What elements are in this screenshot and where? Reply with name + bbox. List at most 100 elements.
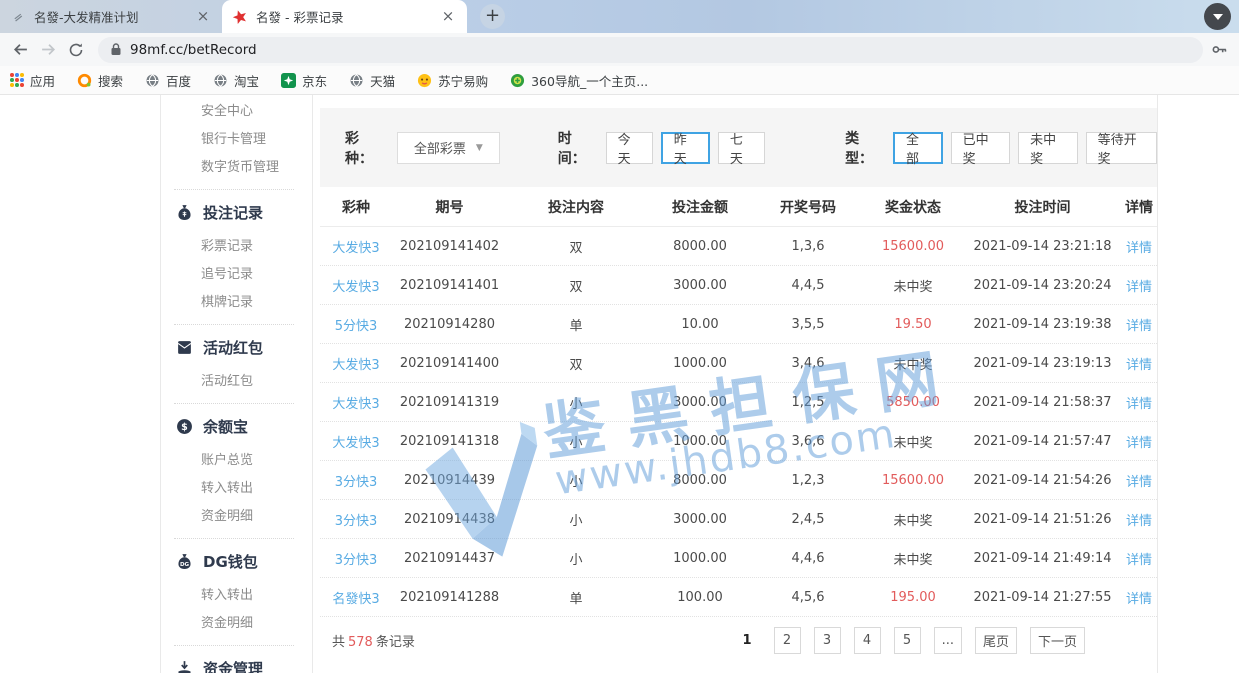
sidebar-item-安全中心[interactable]: 安全中心 xyxy=(161,98,312,126)
bookmark-item[interactable]: 百度 xyxy=(145,71,191,90)
table-row: 大发快3202109141402双8000.001,3,615600.00202… xyxy=(320,227,1157,266)
sidebar-section-DG钱包[interactable]: DGDG钱包 xyxy=(161,546,312,576)
table-row: 名發快3202109141288单100.004,5,6195.002021-0… xyxy=(320,578,1157,617)
bookmark-item[interactable]: 京东 xyxy=(281,71,327,90)
sidebar-section-资金管理[interactable]: 资金管理 xyxy=(161,653,312,673)
page-button-...[interactable]: ... xyxy=(934,627,962,654)
bet-amount: 8000.00 xyxy=(645,473,755,488)
bet-content: 小 xyxy=(507,393,645,412)
bookmark-item[interactable]: 360导航_一个主页... xyxy=(510,71,648,90)
bookmark-item[interactable]: 应用 xyxy=(10,71,55,90)
sidebar-item-转入转出[interactable]: 转入转出 xyxy=(161,475,312,503)
lottery-name: 3分快3 xyxy=(320,471,392,490)
close-icon[interactable]: × xyxy=(194,8,212,26)
sidebar-item-追号记录[interactable]: 追号记录 xyxy=(161,261,312,289)
type-filter-button-未中奖[interactable]: 未中奖 xyxy=(1018,132,1078,164)
bet-content: 双 xyxy=(507,237,645,256)
close-icon[interactable]: × xyxy=(439,8,457,26)
profile-chevron-button[interactable] xyxy=(1204,3,1231,30)
prize-status: 未中奖 xyxy=(861,510,965,529)
detail-link[interactable]: 详情 xyxy=(1120,315,1158,334)
sidebar-item-银行卡管理[interactable]: 银行卡管理 xyxy=(161,126,312,154)
sidebar-section-余额宝[interactable]: $余额宝 xyxy=(161,411,312,441)
table-row: 大发快3202109141318小1000.003,6,6未中奖2021-09-… xyxy=(320,422,1157,461)
bet-content: 双 xyxy=(507,276,645,295)
bookmark-item[interactable]: 搜索 xyxy=(77,71,123,90)
tab-precise-plan[interactable]: 名發-大发精准计划 × xyxy=(0,0,222,33)
tab-bet-record[interactable]: 名發 - 彩票记录 × xyxy=(222,0,467,33)
sidebar-item-资金明细[interactable]: 资金明细 xyxy=(161,610,312,638)
bet-time: 2021-09-14 21:49:14 xyxy=(965,551,1120,566)
prize-status: 未中奖 xyxy=(861,432,965,451)
column-header: 开奖号码 xyxy=(755,197,861,217)
column-header: 投注金额 xyxy=(645,197,755,217)
page-button-4[interactable]: 4 xyxy=(854,627,881,654)
prize-status: 未中奖 xyxy=(861,276,965,295)
lottery-name: 大发快3 xyxy=(320,354,392,373)
sidebar-item-活动红包[interactable]: 活动红包 xyxy=(161,368,312,396)
column-header: 奖金状态 xyxy=(861,197,965,217)
svg-text:DG: DG xyxy=(180,561,190,567)
type-filter-button-已中奖[interactable]: 已中奖 xyxy=(951,132,1011,164)
address-bar[interactable]: 98mf.cc/betRecord xyxy=(98,37,1203,63)
bookmarks-bar: 应用 搜索 百度 淘宝 京东 天猫 苏宁易购 360导航_一个主页... xyxy=(0,66,1239,95)
prize-status: 未中奖 xyxy=(861,549,965,568)
bet-amount: 100.00 xyxy=(645,590,755,605)
sidebar-item-彩票记录[interactable]: 彩票记录 xyxy=(161,233,312,261)
main-panel: 彩种： 全部彩票 ▼ 时间： 今天昨天七天 类型： 全部已中奖未中奖等待开奖 彩… xyxy=(320,95,1158,673)
time-filter-button-昨天[interactable]: 昨天 xyxy=(661,132,710,164)
page-button-尾页[interactable]: 尾页 xyxy=(975,627,1017,654)
page-button-2[interactable]: 2 xyxy=(774,627,801,654)
bookmark-item[interactable]: 苏宁易购 xyxy=(417,71,488,90)
sidebar-section-投注记录[interactable]: 投注记录 xyxy=(161,197,312,227)
page-button-3[interactable]: 3 xyxy=(814,627,841,654)
issue-number: 20210914439 xyxy=(392,473,507,488)
detail-link[interactable]: 详情 xyxy=(1120,432,1158,451)
sidebar-item-棋牌记录[interactable]: 棋牌记录 xyxy=(161,289,312,317)
issue-number: 202109141288 xyxy=(392,590,507,605)
lottery-filter-label: 彩种： xyxy=(345,128,385,168)
bet-content: 小 xyxy=(507,549,645,568)
new-tab-button[interactable]: + xyxy=(480,4,505,29)
dg-wallet-icon: DG xyxy=(176,553,193,570)
type-filter-button-等待开奖[interactable]: 等待开奖 xyxy=(1086,132,1157,164)
detail-link[interactable]: 详情 xyxy=(1120,393,1158,412)
bet-content: 单 xyxy=(507,315,645,334)
sidebar-item-转入转出[interactable]: 转入转出 xyxy=(161,582,312,610)
detail-link[interactable]: 详情 xyxy=(1120,471,1158,490)
back-icon[interactable] xyxy=(8,38,32,62)
issue-number: 202109141318 xyxy=(392,434,507,449)
page-button-5[interactable]: 5 xyxy=(894,627,921,654)
forward-icon[interactable] xyxy=(36,38,60,62)
detail-link[interactable]: 详情 xyxy=(1120,510,1158,529)
time-filter-button-七天[interactable]: 七天 xyxy=(718,132,765,164)
tab-strip: 名發-大发精准计划 × 名發 - 彩票记录 × + xyxy=(0,0,1239,33)
reload-icon[interactable] xyxy=(64,38,88,62)
bet-time: 2021-09-14 23:19:38 xyxy=(965,317,1120,332)
lottery-name: 名發快3 xyxy=(320,588,392,607)
lottery-select[interactable]: 全部彩票 ▼ xyxy=(397,132,500,164)
page-button-下一页[interactable]: 下一页 xyxy=(1030,627,1085,654)
detail-link[interactable]: 详情 xyxy=(1120,354,1158,373)
detail-link[interactable]: 详情 xyxy=(1120,549,1158,568)
yuebao-icon: $ xyxy=(176,418,193,435)
sidebar-item-资金明细[interactable]: 资金明细 xyxy=(161,503,312,531)
column-header: 彩种 xyxy=(320,197,392,217)
page-current: 1 xyxy=(734,627,761,654)
time-filter-button-今天[interactable]: 今天 xyxy=(606,132,653,164)
prize-status: 未中奖 xyxy=(861,354,965,373)
draw-numbers: 4,4,6 xyxy=(755,551,861,566)
key-icon[interactable] xyxy=(1207,38,1231,62)
detail-link[interactable]: 详情 xyxy=(1120,588,1158,607)
draw-numbers: 3,6,6 xyxy=(755,434,861,449)
table-row: 5分快320210914280单10.003,5,519.502021-09-1… xyxy=(320,305,1157,344)
detail-link[interactable]: 详情 xyxy=(1120,276,1158,295)
sidebar-item-账户总览[interactable]: 账户总览 xyxy=(161,447,312,475)
type-filter-button-全部[interactable]: 全部 xyxy=(893,132,943,164)
issue-number: 20210914437 xyxy=(392,551,507,566)
sidebar-section-活动红包[interactable]: 活动红包 xyxy=(161,332,312,362)
bookmark-item[interactable]: 淘宝 xyxy=(213,71,259,90)
bookmark-item[interactable]: 天猫 xyxy=(349,71,395,90)
sidebar-item-数字货币管理[interactable]: 数字货币管理 xyxy=(161,154,312,182)
detail-link[interactable]: 详情 xyxy=(1120,237,1158,256)
